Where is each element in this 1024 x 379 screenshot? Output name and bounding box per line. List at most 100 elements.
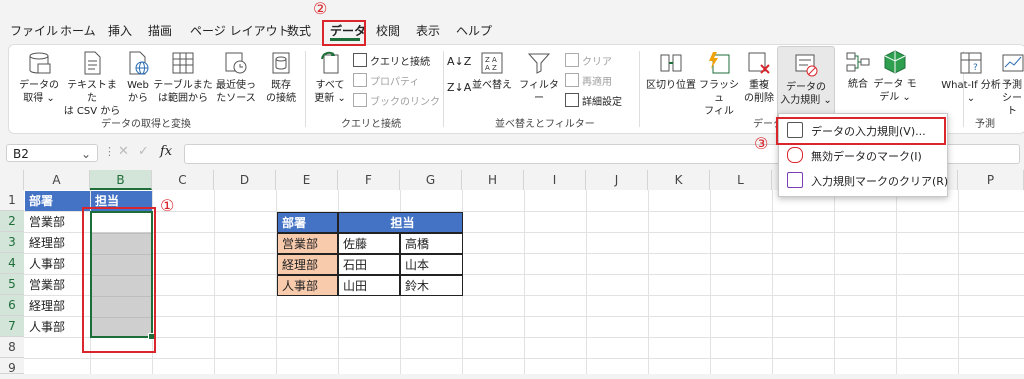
- what-if-analysis-button[interactable]: ? What-If 分析 ⌄: [939, 49, 1003, 105]
- ref-table-cell[interactable]: 営業部: [277, 233, 338, 254]
- ref-table-cell[interactable]: 経理部: [277, 254, 338, 275]
- filter-button[interactable]: フィルター: [517, 49, 561, 105]
- connections-icon: [272, 52, 290, 74]
- more-options-icon: ⋮: [104, 145, 115, 158]
- data-validation-button[interactable]: データの 入力規則 ⌄: [777, 46, 835, 120]
- tab-home[interactable]: ホーム: [60, 22, 96, 39]
- column-header[interactable]: L: [710, 170, 772, 190]
- name-box[interactable]: B2 ⌄: [6, 144, 98, 162]
- function-icon[interactable]: fx: [160, 144, 172, 159]
- sort-asc-button[interactable]: A↓Z: [447, 55, 471, 68]
- recent-sources-button[interactable]: 最近使っ たソース: [211, 49, 261, 105]
- gridline: [24, 358, 1024, 359]
- column-header[interactable]: K: [648, 170, 710, 190]
- column-header[interactable]: P: [958, 170, 1024, 190]
- tab-review[interactable]: 校閲: [376, 22, 400, 39]
- column-header[interactable]: A: [24, 170, 90, 190]
- clear-circles-icon: [787, 172, 803, 188]
- tab-view[interactable]: 表示: [416, 22, 440, 39]
- column-header[interactable]: I: [524, 170, 586, 190]
- row-header[interactable]: 5: [0, 274, 24, 295]
- refresh-all-button[interactable]: すべて 更新 ⌄: [309, 49, 351, 105]
- ref-table-header[interactable]: 部署: [277, 212, 338, 233]
- from-table-range-button[interactable]: テーブルまた は範囲から: [153, 49, 213, 105]
- row-header[interactable]: 2: [0, 211, 24, 232]
- text-file-icon: [84, 51, 101, 75]
- from-web-button[interactable]: Web から: [121, 49, 155, 105]
- ref-table-cell[interactable]: 佐藤: [338, 233, 400, 254]
- flash-fill-button[interactable]: フラッシュ フィル: [697, 49, 741, 118]
- column-header[interactable]: D: [214, 170, 276, 190]
- row-header[interactable]: 6: [0, 295, 24, 316]
- svg-text:Z A: Z A: [485, 56, 497, 64]
- cell-a4[interactable]: 人事部: [25, 254, 90, 274]
- row-header[interactable]: 3: [0, 232, 24, 253]
- menu-item-circle-invalid[interactable]: 無効データのマーク(I): [787, 147, 922, 164]
- from-text-csv-button[interactable]: テキストまたは CSV から: [63, 49, 121, 118]
- remove-duplicates-button[interactable]: 重複 の削除: [739, 49, 779, 105]
- column-header[interactable]: J: [586, 170, 648, 190]
- existing-connections-button[interactable]: 既存 の接続: [261, 49, 301, 105]
- row-header[interactable]: 4: [0, 253, 24, 274]
- ref-table-cell[interactable]: 人事部: [277, 275, 338, 296]
- cell-a6[interactable]: 経理部: [25, 296, 90, 316]
- get-data-button[interactable]: データの 取得 ⌄: [15, 49, 63, 105]
- tab-file[interactable]: ファイル: [10, 22, 58, 39]
- filter-icon: [527, 53, 551, 74]
- cell-a2[interactable]: 営業部: [25, 212, 90, 232]
- group-label-forecast: 予測: [975, 119, 995, 130]
- enter-icon[interactable]: ✓: [138, 144, 149, 159]
- properties-button[interactable]: プロパティ: [353, 73, 419, 88]
- tab-formulas[interactable]: 数式: [287, 22, 311, 39]
- sort-desc-icon: Z↓A: [447, 81, 472, 94]
- consolidate-icon: [846, 52, 870, 72]
- consolidate-button[interactable]: 統合: [842, 48, 874, 91]
- gridline: [958, 190, 959, 374]
- row-header[interactable]: 1: [0, 190, 24, 211]
- cell-a7[interactable]: 人事部: [25, 317, 90, 337]
- tab-draw[interactable]: 描画: [148, 22, 172, 39]
- column-header[interactable]: C: [152, 170, 214, 190]
- column-header[interactable]: H: [462, 170, 524, 190]
- group-label-queries: クエリと接続: [341, 119, 401, 130]
- sort-desc-button[interactable]: Z↓A: [447, 81, 471, 94]
- tab-page-layout[interactable]: ページ レイアウト: [190, 22, 290, 39]
- cell-a5[interactable]: 営業部: [25, 275, 90, 295]
- menu-item-clear-circles[interactable]: 入力規則マークのクリア(R): [787, 172, 948, 189]
- queries-connections-button[interactable]: クエリと接続: [353, 53, 430, 68]
- gridline: [24, 232, 1024, 233]
- select-all-corner[interactable]: [0, 170, 24, 190]
- ref-table-header[interactable]: 担当: [338, 212, 463, 233]
- advanced-filter-button[interactable]: 詳細設定: [565, 93, 622, 108]
- workbook-links-button[interactable]: ブックのリンク: [353, 93, 440, 108]
- tab-help[interactable]: ヘルプ: [456, 22, 492, 39]
- column-header[interactable]: G: [400, 170, 462, 190]
- column-header[interactable]: E: [276, 170, 338, 190]
- reapply-button[interactable]: 再適用: [565, 73, 612, 88]
- row-header[interactable]: 7: [0, 316, 24, 337]
- row-header[interactable]: 9: [0, 358, 24, 375]
- ref-table-cell[interactable]: 鈴木: [400, 275, 463, 296]
- cell-a1[interactable]: 部署: [25, 191, 90, 211]
- column-header[interactable]: F: [338, 170, 400, 190]
- gridline: [24, 274, 1024, 275]
- ref-table-cell[interactable]: 山田: [338, 275, 400, 296]
- cancel-icon[interactable]: ✕: [118, 144, 129, 159]
- ref-table-cell[interactable]: 石田: [338, 254, 400, 275]
- circle-invalid-icon: [787, 147, 803, 163]
- cell-a3[interactable]: 経理部: [25, 233, 90, 253]
- tab-insert[interactable]: 挿入: [108, 22, 132, 39]
- data-model-button[interactable]: データ モデル ⌄: [872, 48, 918, 104]
- advanced-filter-icon: [565, 93, 579, 107]
- column-header[interactable]: B: [90, 170, 152, 190]
- text-to-columns-button[interactable]: 区切り位置: [643, 49, 699, 92]
- table-icon: [172, 52, 194, 74]
- group-separator: [305, 51, 306, 127]
- ref-table-cell[interactable]: 高橋: [400, 233, 463, 254]
- annotation-box-menu-item: [776, 117, 946, 145]
- clear-filter-button[interactable]: クリア: [565, 53, 612, 68]
- row-header[interactable]: 8: [0, 337, 24, 358]
- sort-button[interactable]: Z AA Z 並べ替え: [471, 49, 513, 92]
- gridline: [524, 190, 525, 374]
- ref-table-cell[interactable]: 山本: [400, 254, 463, 275]
